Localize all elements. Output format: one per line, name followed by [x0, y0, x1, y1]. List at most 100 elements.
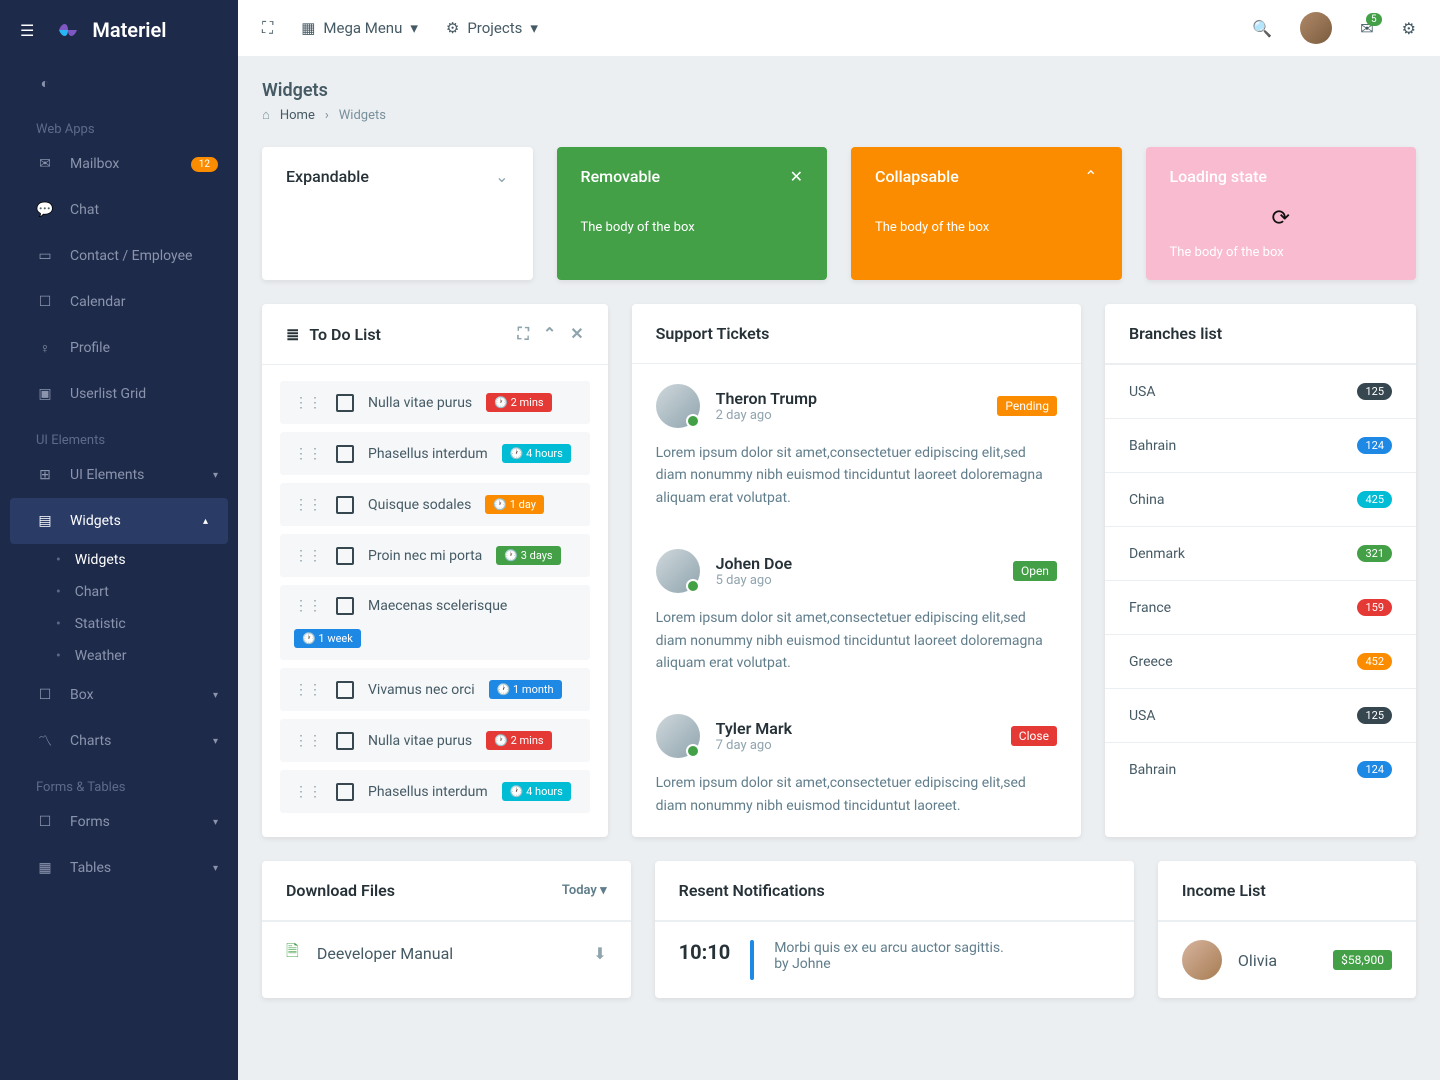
todo-item[interactable]: ⋮⋮Vivamus nec orci🕐 1 month [280, 668, 590, 711]
branch-row[interactable]: France159 [1105, 580, 1416, 634]
branch-row[interactable]: Bahrain124 [1105, 742, 1416, 796]
sidebar-item-calendar[interactable]: ☐Calendar [0, 279, 238, 325]
ticket-text: Lorem ipsum dolor sit amet,consectetuer … [656, 442, 1057, 509]
sidebar-item-contact[interactable]: ▭Contact / Employee [0, 233, 238, 279]
search-icon[interactable]: 🔍 [1252, 19, 1272, 38]
sidebar-item-forms[interactable]: ☐Forms▾ [0, 799, 238, 845]
branch-row[interactable]: USA125 [1105, 364, 1416, 418]
drag-icon[interactable]: ⋮⋮ [294, 446, 322, 462]
section-webapps: Web Apps [0, 106, 238, 141]
sidebar-item-userlist[interactable]: ▣Userlist Grid [0, 371, 238, 417]
downloads-card: Download FilesToday ▾ 🗎Deeveloper Manual… [262, 861, 631, 998]
branch-row[interactable]: China425 [1105, 472, 1416, 526]
today-dropdown[interactable]: Today ▾ [562, 883, 607, 898]
collapse-icon[interactable]: ⌃ [1084, 167, 1097, 186]
status-badge: Pending [997, 396, 1057, 416]
avatar [656, 714, 700, 758]
todo-text: Vivamus nec orci [368, 682, 475, 698]
branch-row[interactable]: USA 125 [1105, 688, 1416, 742]
checkbox[interactable] [336, 496, 354, 514]
drag-icon[interactable]: ⋮⋮ [294, 497, 322, 513]
collapse-icon[interactable]: ⌃ [543, 324, 556, 344]
drag-icon[interactable]: ⋮⋮ [294, 395, 322, 411]
close-icon[interactable]: ✕ [790, 167, 803, 186]
fullscreen-icon[interactable]: ⛶ [262, 18, 273, 38]
drag-icon[interactable]: ⋮⋮ [294, 733, 322, 749]
ticket-text: Lorem ipsum dolor sit amet,consectetuer … [656, 607, 1057, 674]
download-row: 🗎Deeveloper Manual⬇ [262, 921, 631, 985]
sidebar-item-widgets[interactable]: ▤Widgets▴ [10, 498, 228, 544]
sidebar-item-mailbox[interactable]: ✉Mailbox12 [0, 141, 238, 187]
drag-icon[interactable]: ⋮⋮ [294, 598, 322, 614]
sub-weather[interactable]: Weather [56, 640, 238, 672]
checkbox[interactable] [336, 681, 354, 699]
settings-icon[interactable]: ⚙ [1402, 19, 1416, 38]
section-forms: Forms & Tables [0, 764, 238, 799]
drag-icon[interactable]: ⋮⋮ [294, 784, 322, 800]
avatar [656, 549, 700, 593]
sub-widgets[interactable]: Widgets [56, 544, 238, 576]
branch-count: 124 [1357, 761, 1392, 778]
branch-name: USA [1129, 384, 1156, 400]
income-row: Olivia$58,900 [1158, 921, 1416, 998]
sidebar-item-uielements[interactable]: ⊞UI Elements▾ [0, 452, 238, 498]
todo-item[interactable]: ⋮⋮Phasellus interdum🕐 4 hours [280, 770, 590, 813]
sidebar-item-box[interactable]: ☐Box▾ [0, 672, 238, 718]
checkbox[interactable] [336, 547, 354, 565]
menu-icon[interactable]: ☰ [20, 21, 34, 40]
ticket-name: Johen Doe [716, 554, 793, 573]
status-badge: Close [1011, 726, 1057, 746]
sidebar: ☰ Materiel ◐ Web Apps ✉Mailbox12 💬Chat ▭… [0, 0, 238, 1080]
checkbox[interactable] [336, 394, 354, 412]
sub-chart[interactable]: Chart [56, 576, 238, 608]
branch-name: USA [1129, 708, 1156, 724]
chevron-down-icon: ▾ [213, 736, 218, 747]
sub-statistic[interactable]: Statistic [56, 608, 238, 640]
charts-icon: 〽 [36, 732, 54, 750]
branch-count: 124 [1357, 437, 1392, 454]
drag-icon[interactable]: ⋮⋮ [294, 548, 322, 564]
projects-menu[interactable]: ⚙Projects▾ [446, 19, 538, 37]
time-pill: 🕐 4 hours [502, 782, 571, 801]
ticket: Theron Trump2 day agoPendingLorem ipsum … [632, 364, 1081, 529]
checkbox[interactable] [336, 732, 354, 750]
todo-item[interactable]: ⋮⋮Nulla vitae purus🕐 2 mins [280, 381, 590, 424]
download-icon[interactable]: ⬇ [593, 944, 606, 963]
branch-count: 125 [1357, 707, 1392, 724]
spinner-icon: ⟳ [1272, 206, 1290, 231]
todo-item[interactable]: ⋮⋮Proin nec mi porta🕐 3 days [280, 534, 590, 577]
notification-row: 10:10Morbi quis ex eu arcu auctor sagitt… [655, 921, 1134, 998]
expand-icon[interactable]: ⌄ [495, 167, 508, 186]
close-icon[interactable]: ✕ [570, 324, 583, 344]
box-loading: Loading state ⟳ The body of the box [1146, 147, 1417, 280]
profile-icon: ♀ [36, 339, 54, 357]
branch-count: 425 [1357, 491, 1392, 508]
grid-icon: ▦ [301, 19, 315, 37]
branch-row[interactable]: Greece452 [1105, 634, 1416, 688]
sidebar-item-chat[interactable]: 💬Chat [0, 187, 238, 233]
sidebar-item-charts[interactable]: 〽Charts▾ [0, 718, 238, 764]
sidebar-item-dashboard[interactable]: ◐ [0, 60, 238, 106]
calendar-icon: ☐ [36, 293, 54, 311]
checkbox[interactable] [336, 445, 354, 463]
sidebar-item-tables[interactable]: ▦Tables▾ [0, 845, 238, 891]
todo-item[interactable]: ⋮⋮Quisque sodales🕐 1 day [280, 483, 590, 526]
mega-menu[interactable]: ▦Mega Menu▾ [301, 19, 418, 37]
box-icon: ☐ [36, 686, 54, 704]
todo-item[interactable]: ⋮⋮Nulla vitae purus🕐 2 mins [280, 719, 590, 762]
branch-row[interactable]: Bahrain124 [1105, 418, 1416, 472]
expand-icon[interactable]: ⛶ [518, 324, 529, 344]
avatar[interactable] [1300, 12, 1332, 44]
checkbox[interactable] [336, 597, 354, 615]
todo-item[interactable]: ⋮⋮Phasellus interdum🕐 4 hours [280, 432, 590, 475]
checkbox[interactable] [336, 783, 354, 801]
mail-icon[interactable]: ✉ [1360, 19, 1373, 38]
drag-icon[interactable]: ⋮⋮ [294, 682, 322, 698]
time-pill: 🕐 2 mins [486, 393, 551, 412]
branch-row[interactable]: Denmark321 [1105, 526, 1416, 580]
todo-item[interactable]: ⋮⋮Maecenas scelerisque🕐 1 week [280, 585, 590, 660]
branch-count: 321 [1357, 545, 1392, 562]
crumb-home[interactable]: Home [280, 108, 315, 123]
tables-icon: ▦ [36, 859, 54, 877]
sidebar-item-profile[interactable]: ♀Profile [0, 325, 238, 371]
